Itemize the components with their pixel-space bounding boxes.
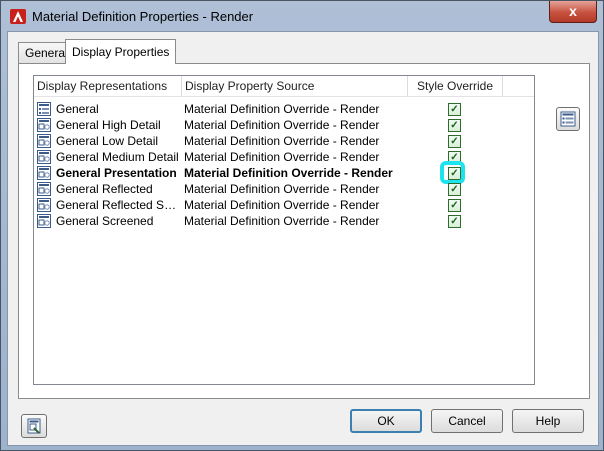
column-header-display-property-source[interactable]: Display Property Source — [182, 76, 408, 96]
row-name: General Low Detail — [56, 134, 159, 148]
style-override-checkbox[interactable]: ✓ — [448, 183, 461, 196]
style-override-checkbox[interactable]: ✓ — [448, 103, 461, 116]
autocad-logo-icon — [10, 9, 26, 24]
row-name: General Reflected — [56, 182, 153, 196]
style-override-checkbox[interactable]: ✓ — [448, 199, 461, 212]
row-name: General Screened — [56, 214, 154, 228]
display-rep-icon — [37, 118, 51, 132]
row-source: Material Definition Override - Render — [184, 182, 380, 196]
row-name: General Presentation — [56, 166, 177, 180]
list-item[interactable]: General Reflected Material Definition Ov… — [34, 181, 504, 197]
list-item[interactable]: General Reflected Scre... Material Defin… — [34, 197, 504, 213]
column-header-style-override[interactable]: Style Override — [408, 76, 503, 96]
open-style-manager-icon — [27, 418, 41, 434]
row-name: General High Detail — [56, 118, 161, 132]
display-rep-icon — [37, 150, 51, 164]
row-source: Material Definition Override - Render — [184, 198, 380, 212]
display-properties-panel: Display Representations Display Property… — [18, 63, 590, 399]
title-bar[interactable]: Material Definition Properties - Render … — [1, 1, 603, 31]
style-override-checkbox[interactable]: ✓ — [448, 215, 461, 228]
display-rep-icon — [37, 214, 51, 228]
row-name: General — [56, 102, 99, 116]
list-item[interactable]: General Medium Detail Material Definitio… — [34, 149, 504, 165]
row-source: Material Definition Override - Render — [184, 118, 380, 132]
window-title: Material Definition Properties - Render — [32, 9, 254, 24]
column-header-display-representations[interactable]: Display Representations — [34, 76, 182, 96]
list-item[interactable]: General Low Detail Material Definition O… — [34, 133, 504, 149]
list-item[interactable]: General Material Definition Override - R… — [34, 101, 504, 117]
close-button[interactable]: x — [549, 1, 597, 23]
display-rep-icon — [37, 166, 51, 180]
edit-display-properties-icon — [560, 111, 576, 127]
list-item[interactable]: General Screened Material Definition Ove… — [34, 213, 504, 229]
dialog-body: General Display Properties Display Repre… — [7, 31, 599, 446]
style-manager-button[interactable] — [21, 414, 47, 438]
help-button[interactable]: Help — [512, 409, 584, 433]
general-rep-icon — [37, 102, 51, 116]
display-rep-icon — [37, 182, 51, 196]
list-item[interactable]: General Presentation Material Definition… — [34, 161, 504, 184]
row-name: General Reflected Scre... — [56, 198, 181, 212]
list-item[interactable]: General High Detail Material Definition … — [34, 117, 504, 133]
row-source: Material Definition Override - Render — [184, 166, 393, 180]
row-source: Material Definition Override - Render — [184, 214, 380, 228]
style-override-checkbox[interactable]: ✓ — [448, 119, 461, 132]
style-override-checkbox[interactable]: ✓ — [448, 135, 461, 148]
display-rep-icon — [37, 134, 51, 148]
list-header: Display Representations Display Property… — [34, 76, 534, 97]
row-source: Material Definition Override - Render — [184, 134, 380, 148]
row-source: Material Definition Override - Render — [184, 150, 380, 164]
edit-display-properties-button[interactable] — [556, 107, 580, 131]
row-name: General Medium Detail — [56, 150, 179, 164]
ok-button[interactable]: OK — [350, 409, 422, 433]
row-source: Material Definition Override - Render — [184, 102, 380, 116]
display-rep-icon — [37, 198, 51, 212]
cancel-button[interactable]: Cancel — [431, 409, 503, 433]
dialog-window: Material Definition Properties - Render … — [0, 0, 604, 451]
tab-display-properties[interactable]: Display Properties — [65, 39, 177, 64]
display-representations-list[interactable]: Display Representations Display Property… — [33, 75, 535, 385]
